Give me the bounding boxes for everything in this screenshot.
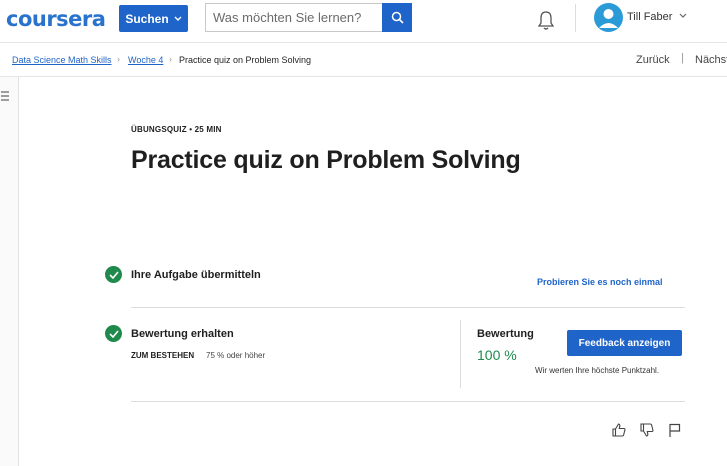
breadcrumb-current: Practice quiz on Problem Solving [179,55,312,65]
back-link[interactable]: Zurück [636,54,670,66]
breadcrumb-course-link[interactable]: Data Science Math Skills [12,55,112,65]
menu-icon[interactable] [0,90,10,102]
grade-label: Bewertung [477,328,534,340]
avatar-icon [599,9,618,28]
coursera-logo[interactable]: coursera [6,7,106,31]
grade-divider [460,320,461,388]
flag-icon[interactable] [667,422,683,438]
left-rail [0,77,19,466]
divider [131,307,685,308]
divider [131,401,685,402]
breadcrumb-separator: › [117,54,120,64]
bell-icon[interactable] [536,10,556,32]
grade-note: Wir werten Ihre höchste Punktzahl. [535,366,660,375]
step-grade-check [105,325,122,342]
quiz-kicker: ÜBUNGSQUIZ • 25 MIN [131,125,222,134]
check-icon [108,329,119,338]
pass-value: 75 % oder höher [206,351,266,360]
step-grade-title: Bewertung erhalten [131,328,234,340]
check-icon [108,270,119,279]
step-submit-check [105,266,122,283]
chevron-down-icon[interactable] [679,13,687,19]
header-divider [575,4,576,32]
user-name[interactable]: Till Faber [627,11,672,23]
grade-value: 100 % [477,347,517,363]
page-title: Practice quiz on Problem Solving [131,146,521,174]
retry-link[interactable]: Probieren Sie es noch einmal [537,277,663,287]
thumbs-up-icon[interactable] [611,422,627,438]
pass-label: ZUM BESTEHEN [131,351,195,360]
breadcrumb: Data Science Math Skills › Woche 4 › Pra… [0,43,727,77]
nav-divider: | [681,52,684,64]
search-menu-button[interactable]: Suchen [119,5,188,32]
feedback-button[interactable]: Feedback anzeigen [567,330,682,356]
search-input[interactable] [205,3,382,32]
breadcrumb-week-link[interactable]: Woche 4 [128,55,163,65]
next-link[interactable]: Nächst [695,54,727,66]
search-icon [391,11,404,24]
top-navigation-bar: coursera Suchen Till Faber [0,0,727,43]
search-submit-button[interactable] [382,3,412,32]
breadcrumb-separator: › [169,54,172,64]
thumbs-down-icon[interactable] [639,422,655,438]
avatar[interactable] [594,3,623,32]
chevron-down-icon [174,16,182,21]
search-menu-button-label: Suchen [125,11,169,26]
step-submit-title: Ihre Aufgabe übermitteln [131,269,261,281]
